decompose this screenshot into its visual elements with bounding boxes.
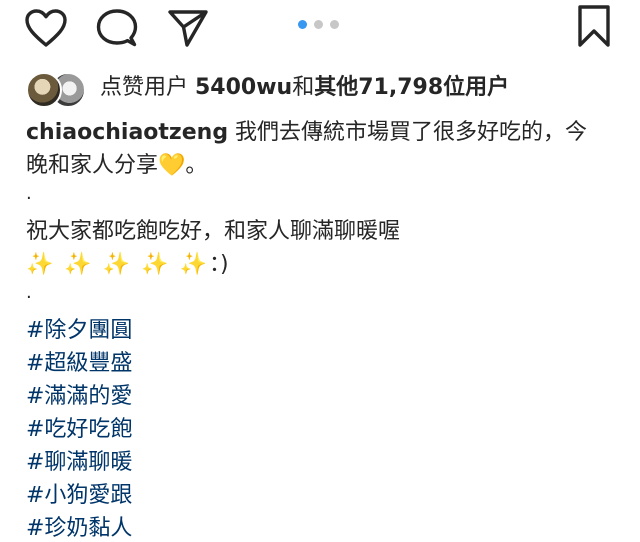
caption-text: 祝大家都吃飽吃好，和家人聊滿聊暖喔	[26, 219, 401, 244]
page-dot	[314, 20, 323, 29]
bookmark-icon[interactable]	[576, 4, 612, 48]
hashtag-link[interactable]: #聊滿聊暖	[26, 446, 620, 479]
likes-joiner: 和	[292, 75, 315, 100]
caption-text: 。	[185, 153, 208, 178]
caption-separator: ·	[26, 188, 32, 209]
yellow-heart-icon: 💛	[158, 153, 186, 178]
page-dot-active	[298, 20, 307, 29]
likes-text: 点赞用户 5400wu和其他71,798位用户	[100, 74, 509, 102]
hashtag-link[interactable]: #小狗愛跟	[26, 479, 620, 512]
likes-prefix: 点赞用户	[100, 75, 195, 100]
page-dot	[330, 20, 339, 29]
hashtag-link[interactable]: #超級豐盛	[26, 347, 620, 380]
comment-icon[interactable]	[96, 8, 138, 48]
caption-username[interactable]: chiaochiaotzeng	[26, 120, 228, 145]
hashtag-link[interactable]: #吃好吃飽	[26, 413, 620, 446]
hashtag-link[interactable]: #珍奶黏人	[26, 512, 620, 542]
avatar	[26, 72, 62, 108]
likes-summary[interactable]: 点赞用户 5400wu和其他71,798位用户	[26, 68, 626, 108]
caption-separator: ·	[26, 287, 32, 308]
liker-username[interactable]: 5400wu	[195, 75, 292, 100]
other-likers-count[interactable]: 其他71,798位用户	[314, 75, 509, 100]
post-action-bar	[0, 0, 640, 56]
hashtag-link[interactable]: #滿滿的愛	[26, 380, 620, 413]
caption-line: ✨ ✨ ✨ ✨ ✨：)	[26, 248, 620, 281]
caption-text: 晚和家人分享	[26, 153, 159, 178]
caption-line: 晚和家人分享💛。	[26, 149, 620, 182]
caption-line: chiaochiaotzeng 我們去傳統市場買了很多好吃的，今	[26, 116, 620, 149]
instagram-post-footer: 点赞用户 5400wu和其他71,798位用户 chiaochiaotzeng …	[0, 0, 640, 542]
hashtag-link[interactable]: #除夕團圓	[26, 314, 620, 347]
heart-icon[interactable]	[24, 8, 68, 48]
post-caption: chiaochiaotzeng 我們去傳統市場買了很多好吃的，今 晚和家人分享💛…	[26, 116, 620, 542]
sparkles-icon: ✨ ✨ ✨ ✨ ✨	[26, 252, 209, 277]
paper-plane-icon[interactable]	[166, 8, 210, 48]
caption-text: ：)	[208, 252, 229, 277]
caption-text: 我們去傳統市場買了很多好吃的，今	[228, 120, 588, 145]
